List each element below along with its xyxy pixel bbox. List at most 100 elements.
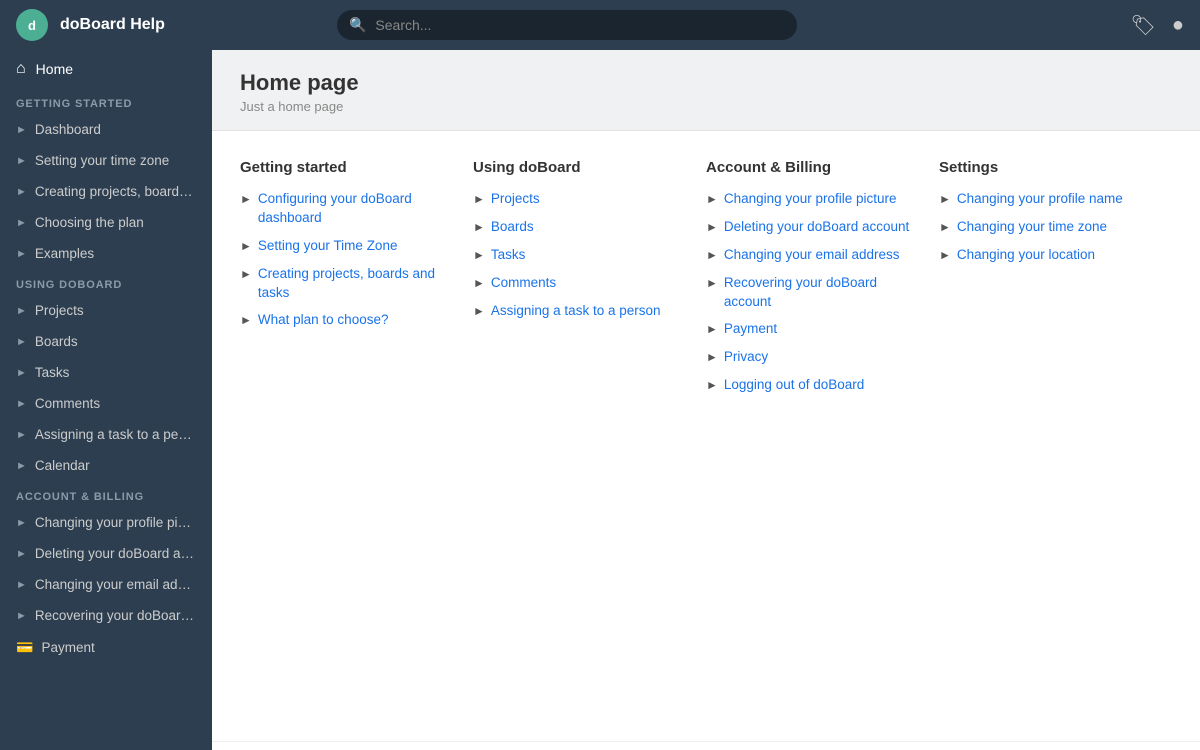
list-item: ► Logging out of doBoard xyxy=(706,376,915,395)
sidebar-item-examples[interactable]: ► Examples xyxy=(0,238,212,269)
sidebar-item-label: Choosing the plan xyxy=(35,215,196,230)
page-subtitle: Just a home page xyxy=(240,99,1172,114)
sidebar-item-label: Payment xyxy=(41,640,196,655)
sidebar-item-payment[interactable]: 💳 Payment xyxy=(0,631,212,664)
list-item: ► Changing your location xyxy=(939,246,1148,265)
sidebar-item-email-address[interactable]: ► Changing your email address xyxy=(0,569,212,600)
sections-grid: Getting started ► Configuring your doBoa… xyxy=(240,159,1172,404)
sidebar-item-comments[interactable]: ► Comments xyxy=(0,388,212,419)
bullet-icon: ► xyxy=(240,267,252,281)
sidebar-item-recovering-account[interactable]: ► Recovering your doBoard acc... xyxy=(0,600,212,631)
sidebar-item-calendar[interactable]: ► Calendar xyxy=(0,450,212,481)
bullet-icon: ► xyxy=(473,220,485,234)
bullet-icon: ► xyxy=(240,313,252,327)
link-boards[interactable]: Boards xyxy=(491,218,534,237)
tag-icon[interactable]: 🏷 xyxy=(1130,13,1155,38)
sidebar-item-boards[interactable]: ► Boards xyxy=(0,326,212,357)
link-profile-name[interactable]: Changing your profile name xyxy=(957,190,1123,209)
list-item: ► Comments xyxy=(473,274,682,293)
sidebar-item-tasks[interactable]: ► Tasks xyxy=(0,357,212,388)
link-recover-account[interactable]: Recovering your doBoard account xyxy=(724,274,915,312)
content-footer: Powered by Wiki.js xyxy=(212,741,1200,750)
search-input[interactable] xyxy=(337,10,797,40)
bullet-icon: ► xyxy=(706,276,718,290)
list-item: ► Changing your profile picture xyxy=(706,190,915,209)
list-item: ► Changing your email address xyxy=(706,246,915,265)
user-icon[interactable]: ● xyxy=(1172,14,1184,37)
chevron-icon: ► xyxy=(16,398,27,410)
section-links: ► Changing your profile name ► Changing … xyxy=(939,190,1148,265)
sidebar-item-label: Calendar xyxy=(35,458,196,473)
link-email-address[interactable]: Changing your email address xyxy=(724,246,900,265)
section-account-billing: Account & Billing ► Changing your profil… xyxy=(706,159,939,404)
chevron-icon: ► xyxy=(16,429,27,441)
sidebar-section-getting-started: Getting started xyxy=(0,88,212,114)
list-item: ► Assigning a task to a person xyxy=(473,302,682,321)
bullet-icon: ► xyxy=(706,378,718,392)
link-configure-dashboard[interactable]: Configuring your doBoard dashboard xyxy=(258,190,449,228)
bullet-icon: ► xyxy=(706,322,718,336)
section-settings: Settings ► Changing your profile name ► … xyxy=(939,159,1172,404)
list-item: ► Boards xyxy=(473,218,682,237)
list-item: ► Projects xyxy=(473,190,682,209)
bullet-icon: ► xyxy=(240,239,252,253)
chevron-icon: ► xyxy=(16,155,27,167)
link-time-zone-settings[interactable]: Changing your time zone xyxy=(957,218,1107,237)
main-layout: ⌂ Home Getting started ► Dashboard ► Set… xyxy=(0,50,1200,750)
bullet-icon: ► xyxy=(473,192,485,206)
bullet-icon: ► xyxy=(706,220,718,234)
bullet-icon: ► xyxy=(473,304,485,318)
bullet-icon: ► xyxy=(706,350,718,364)
link-assigning-task[interactable]: Assigning a task to a person xyxy=(491,302,661,321)
list-item: ► Creating projects, boards and tasks xyxy=(240,265,449,303)
logo-initials: d xyxy=(28,18,36,33)
link-payment[interactable]: Payment xyxy=(724,320,777,339)
list-item: ► Changing your time zone xyxy=(939,218,1148,237)
link-projects[interactable]: Projects xyxy=(491,190,540,209)
section-getting-started: Getting started ► Configuring your doBoa… xyxy=(240,159,473,404)
sidebar-item-creating-projects[interactable]: ► Creating projects, boards and ... xyxy=(0,176,212,207)
sidebar-item-projects[interactable]: ► Projects xyxy=(0,295,212,326)
link-delete-account[interactable]: Deleting your doBoard account xyxy=(724,218,909,237)
list-item: ► What plan to choose? xyxy=(240,311,449,330)
list-item: ► Payment xyxy=(706,320,915,339)
chevron-icon: ► xyxy=(16,460,27,472)
section-links: ► Configuring your doBoard dashboard ► S… xyxy=(240,190,449,330)
sidebar-item-assigning-task[interactable]: ► Assigning a task to a person xyxy=(0,419,212,450)
list-item: ► Changing your profile name xyxy=(939,190,1148,209)
section-heading: Settings xyxy=(939,159,1148,176)
logo-circle: d xyxy=(16,9,48,41)
sidebar-item-profile-picture[interactable]: ► Changing your profile picture xyxy=(0,507,212,538)
link-plan-choose[interactable]: What plan to choose? xyxy=(258,311,389,330)
chevron-icon: ► xyxy=(16,336,27,348)
bullet-icon: ► xyxy=(240,192,252,206)
sidebar-home-label: Home xyxy=(36,61,73,77)
section-links: ► Changing your profile picture ► Deleti… xyxy=(706,190,915,395)
sidebar-home[interactable]: ⌂ Home xyxy=(0,50,212,88)
chevron-icon: ► xyxy=(16,186,27,198)
chevron-icon: ► xyxy=(16,579,27,591)
list-item: ► Setting your Time Zone xyxy=(240,237,449,256)
sidebar-item-delete-account[interactable]: ► Deleting your doBoard account xyxy=(0,538,212,569)
sidebar-item-dashboard[interactable]: ► Dashboard xyxy=(0,114,212,145)
topnav: d doBoard Help 🔍 🏷 ● xyxy=(0,0,1200,50)
sidebar-item-choosing-plan[interactable]: ► Choosing the plan xyxy=(0,207,212,238)
topnav-right: 🏷 ● xyxy=(1130,13,1183,38)
sidebar-item-setting-time-zone[interactable]: ► Setting your time zone xyxy=(0,145,212,176)
sidebar-item-label: Comments xyxy=(35,396,196,411)
link-comments[interactable]: Comments xyxy=(491,274,556,293)
link-profile-picture[interactable]: Changing your profile picture xyxy=(724,190,897,209)
payment-icon: 💳 xyxy=(16,639,33,656)
link-privacy[interactable]: Privacy xyxy=(724,348,768,367)
list-item: ► Privacy xyxy=(706,348,915,367)
link-creating-projects[interactable]: Creating projects, boards and tasks xyxy=(258,265,449,303)
link-time-zone[interactable]: Setting your Time Zone xyxy=(258,237,398,256)
bullet-icon: ► xyxy=(939,192,951,206)
link-tasks[interactable]: Tasks xyxy=(491,246,526,265)
bullet-icon: ► xyxy=(473,276,485,290)
link-location[interactable]: Changing your location xyxy=(957,246,1095,265)
sidebar-item-label: Tasks xyxy=(35,365,196,380)
link-logout[interactable]: Logging out of doBoard xyxy=(724,376,864,395)
sidebar-section-account-billing: Account & Billing xyxy=(0,481,212,507)
bullet-icon: ► xyxy=(939,248,951,262)
